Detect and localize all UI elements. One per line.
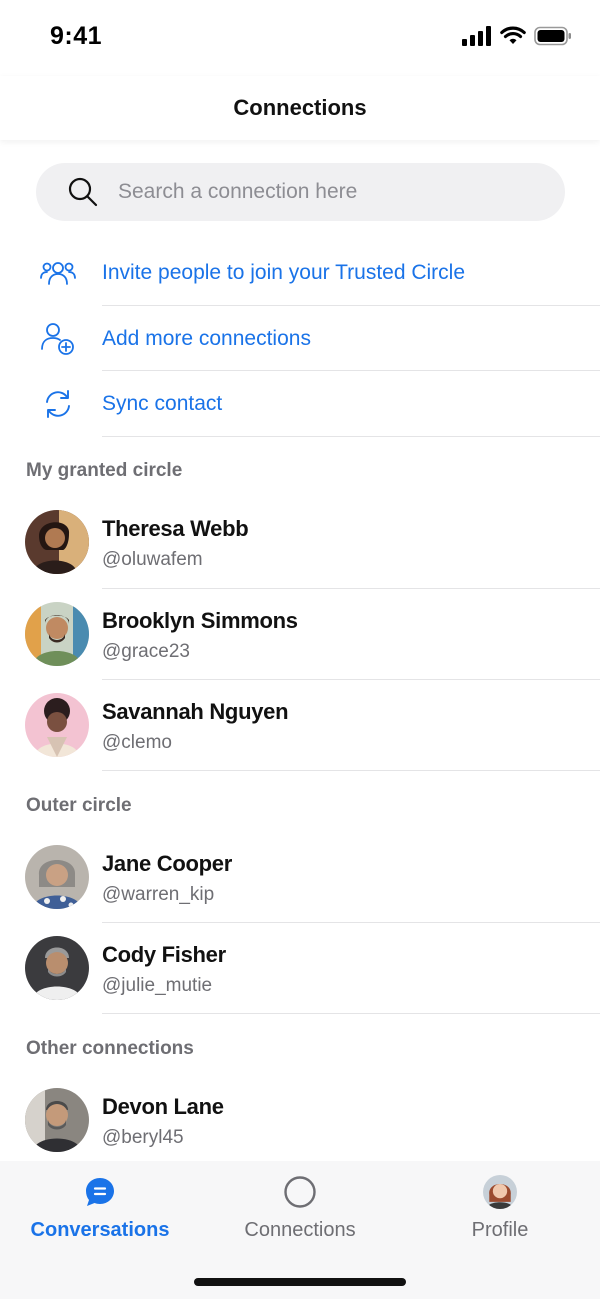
contact-handle: @julie_mutie: [102, 975, 213, 996]
search-bar[interactable]: [36, 163, 565, 221]
add-connections-label: Add more connections: [102, 327, 311, 350]
sync-icon: [38, 384, 78, 424]
contact-row[interactable]: Devon Lane @beryl45: [0, 1075, 600, 1166]
contact-row[interactable]: Jane Cooper @warren_kip: [0, 832, 600, 923]
avatar: [25, 936, 89, 1000]
contact-row[interactable]: Savannah Nguyen @clemo: [0, 680, 600, 771]
contact-row[interactable]: Brooklyn Simmons @grace23: [0, 589, 600, 680]
status-time: 9:41: [50, 22, 103, 50]
profile-avatar-icon: [483, 1175, 517, 1209]
invite-people-action[interactable]: Invite people to join your Trusted Circl…: [0, 240, 600, 306]
contact-name: Brooklyn Simmons: [102, 608, 298, 633]
tab-profile[interactable]: Profile: [400, 1175, 600, 1265]
contact-name: Theresa Webb: [102, 516, 249, 541]
tab-conversations[interactable]: Conversations: [0, 1175, 200, 1265]
avatar: [25, 602, 89, 666]
navigation-header: Connections: [0, 76, 600, 140]
invite-people-label: Invite people to join your Trusted Circl…: [102, 261, 466, 284]
sync-contact-action[interactable]: Sync contact: [0, 371, 600, 437]
contact-row[interactable]: Cody Fisher @julie_mutie: [0, 923, 600, 1014]
contact-name: Jane Cooper: [102, 851, 232, 876]
sync-contact-label: Sync contact: [102, 392, 223, 415]
contact-handle: @oluwafem: [102, 549, 203, 570]
page-title: Connections: [233, 95, 367, 120]
wifi-icon: [500, 26, 526, 44]
tab-label: Profile: [471, 1219, 529, 1241]
tab-label: Conversations: [30, 1219, 170, 1241]
section-title-other-connections: Other connections: [26, 1038, 194, 1059]
contact-handle: @grace23: [102, 641, 190, 662]
avatar: [25, 693, 89, 757]
status-icons: [462, 26, 572, 46]
battery-icon: [534, 26, 571, 46]
search-input[interactable]: [118, 180, 518, 204]
contact-handle: @clemo: [102, 732, 172, 753]
avatar: [25, 510, 89, 574]
circle-icon: [283, 1175, 317, 1209]
status-bar: 9:41: [0, 0, 600, 76]
contact-name: Devon Lane: [102, 1094, 224, 1119]
contact-row[interactable]: Theresa Webb @oluwafem: [0, 497, 600, 588]
divider: [102, 436, 600, 437]
contact-name: Cody Fisher: [102, 942, 226, 967]
tab-connections[interactable]: Connections: [200, 1175, 400, 1265]
divider: [102, 770, 600, 771]
avatar: [25, 845, 89, 909]
section-title-granted-circle: My granted circle: [26, 460, 183, 481]
search-icon: [68, 177, 98, 207]
contact-handle: @beryl45: [102, 1127, 184, 1148]
section-title-outer-circle: Outer circle: [26, 795, 132, 816]
signal-icon: [462, 26, 491, 46]
contact-handle: @warren_kip: [102, 884, 215, 905]
home-indicator: [194, 1278, 406, 1286]
avatar: [25, 1088, 89, 1152]
add-person-icon: [38, 319, 78, 359]
chat-bubble-icon: [83, 1175, 117, 1209]
add-connections-action[interactable]: Add more connections: [0, 306, 600, 372]
tab-label: Connections: [244, 1219, 356, 1241]
divider: [102, 1013, 600, 1014]
group-icon: [38, 253, 78, 293]
contact-name: Savannah Nguyen: [102, 699, 289, 724]
